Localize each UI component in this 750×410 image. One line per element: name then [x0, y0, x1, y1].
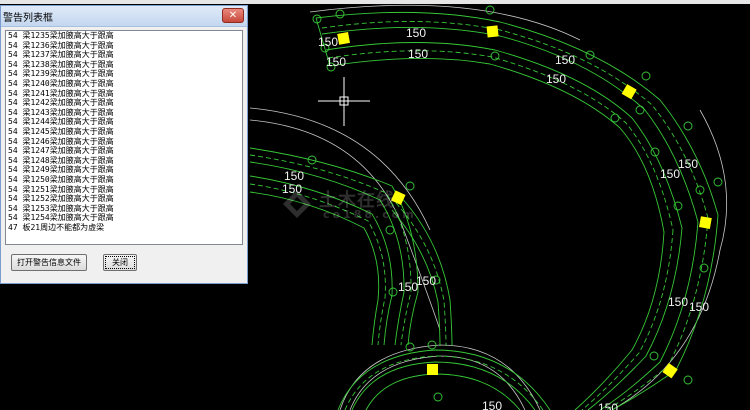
- dimension-label: 150: [482, 399, 502, 410]
- list-item[interactable]: 54 梁1235梁加腋高大于跟高: [6, 31, 242, 41]
- column: [662, 363, 678, 379]
- dimension-label: 150: [546, 72, 566, 86]
- list-item[interactable]: 54 梁1251梁加腋高大于跟高: [6, 185, 242, 195]
- list-item[interactable]: 54 梁1248梁加腋高大于跟高: [6, 156, 242, 166]
- list-item[interactable]: 54 梁1245梁加腋高大于跟高: [6, 127, 242, 137]
- list-item[interactable]: 54 梁1241梁加腋高大于跟高: [6, 89, 242, 99]
- dialog-titlebar[interactable]: 警告列表框 ✕: [1, 6, 247, 27]
- list-item[interactable]: 47 板21周边不能都为虚梁: [6, 223, 242, 233]
- warning-list-dialog: 警告列表框 ✕ 54 梁1235梁加腋高大于跟高 54 梁1236梁加腋高大于跟…: [0, 5, 248, 284]
- dimension-label: 150: [326, 55, 346, 69]
- dimension-label: 150: [318, 35, 338, 49]
- list-item[interactable]: 54 梁1238梁加腋高大于跟高: [6, 60, 242, 70]
- close-button[interactable]: 关闭: [103, 254, 137, 271]
- crosshair-cursor: [318, 77, 370, 126]
- open-warning-file-button[interactable]: 打开警告信息文件: [11, 254, 87, 271]
- list-item[interactable]: 54 梁1252梁加腋高大于跟高: [6, 194, 242, 204]
- dimension-label: 150: [416, 274, 436, 288]
- warning-listbox[interactable]: 54 梁1235梁加腋高大于跟高 54 梁1236梁加腋高大于跟高 54 梁12…: [5, 30, 243, 245]
- dimension-label: 150: [660, 167, 680, 181]
- list-item[interactable]: 54 梁1244梁加腋高大于跟高: [6, 117, 242, 127]
- list-item[interactable]: 54 梁1247梁加腋高大于跟高: [6, 146, 242, 156]
- dimension-label: 150: [678, 157, 698, 171]
- dimension-label: 150: [398, 280, 418, 294]
- dimension-label: 150: [406, 26, 426, 40]
- column: [486, 25, 499, 38]
- list-item[interactable]: 54 梁1240梁加腋高大于跟高: [6, 79, 242, 89]
- list-item[interactable]: 54 梁1236梁加腋高大于跟高: [6, 41, 242, 51]
- dimension-label: 150: [284, 169, 304, 183]
- list-item[interactable]: 54 梁1239梁加腋高大于跟高: [6, 69, 242, 79]
- list-item[interactable]: 54 梁1250梁加腋高大于跟高: [6, 175, 242, 185]
- list-item[interactable]: 54 梁1254梁加腋高大于跟高: [6, 213, 242, 223]
- dimension-label: 150: [598, 401, 618, 410]
- list-item[interactable]: 54 梁1237梁加腋高大于跟高: [6, 50, 242, 60]
- column: [427, 364, 438, 375]
- list-item[interactable]: 54 梁1246梁加腋高大于跟高: [6, 137, 242, 147]
- dimension-label: 150: [555, 53, 575, 67]
- column: [621, 84, 637, 100]
- watermark: 土木在线 co188.com: [283, 184, 463, 224]
- dialog-title: 警告列表框: [3, 13, 53, 24]
- column: [699, 216, 712, 229]
- list-item[interactable]: 54 梁1249梁加腋高大于跟高: [6, 165, 242, 175]
- dimension-label: 150: [668, 295, 688, 309]
- column: [337, 32, 350, 45]
- close-icon[interactable]: ✕: [222, 8, 244, 23]
- watermark-subtext: co188.com: [323, 208, 417, 221]
- list-item[interactable]: 54 梁1242梁加腋高大于跟高: [6, 98, 242, 108]
- watermark-logo-icon: [283, 190, 311, 218]
- list-item[interactable]: 54 梁1243梁加腋高大于跟高: [6, 108, 242, 118]
- dimension-label: 150: [408, 47, 428, 61]
- dimension-label: 150: [689, 300, 709, 314]
- top-menu-strip: [0, 0, 750, 4]
- list-item[interactable]: 54 梁1253梁加腋高大于跟高: [6, 204, 242, 214]
